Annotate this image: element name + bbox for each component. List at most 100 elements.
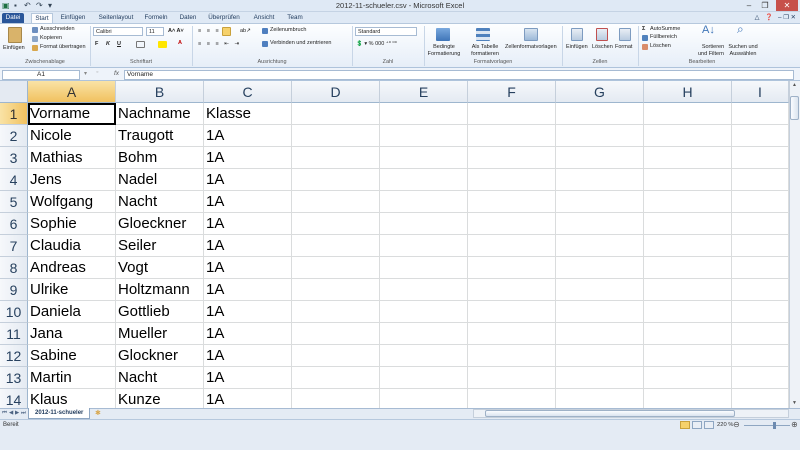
cell-a2[interactable]: Nicole [28,125,116,147]
cell-f1[interactable] [468,103,556,125]
cell-f12[interactable] [468,345,556,367]
vertical-scroll-thumb[interactable] [790,96,799,120]
cell-i13[interactable] [732,367,789,389]
cell-a3[interactable]: Mathias [28,147,116,169]
cell-e8[interactable] [380,257,468,279]
cell-i7[interactable] [732,235,789,257]
fill-icon[interactable] [642,35,648,41]
format-cells-button[interactable]: Format [615,44,632,51]
select-all-corner[interactable] [0,81,28,103]
cell-f13[interactable] [468,367,556,389]
grow-shrink-font-icon[interactable]: A˄ A˅ [168,28,184,35]
row-header[interactable]: 13 [0,367,28,389]
cell-b11[interactable]: Mueller [116,323,204,345]
cell-h1[interactable] [644,103,732,125]
delete-cells-icon[interactable] [596,28,608,41]
wrap-text-button[interactable]: Zeilenumbruch [270,27,306,34]
copy-icon[interactable] [32,36,38,42]
cell-b4[interactable]: Nadel [116,169,204,191]
restore-icon[interactable]: ❐ [758,0,772,11]
cell-f7[interactable] [468,235,556,257]
cell-styles-button[interactable]: Zellenformatvorlagen [505,44,557,51]
underline-button[interactable]: U [117,41,121,48]
cell-a11[interactable]: Jana [28,323,116,345]
row-header[interactable]: 8 [0,257,28,279]
cell-a10[interactable]: Daniela [28,301,116,323]
cell-h12[interactable] [644,345,732,367]
cell-styles-icon[interactable] [524,28,538,41]
row-header[interactable]: 6 [0,213,28,235]
minimize-ribbon-icon[interactable]: △ [752,13,762,23]
tab-insert[interactable]: Einfügen [58,13,88,23]
cell-g5[interactable] [556,191,644,213]
cell-d7[interactable] [292,235,380,257]
cell-i1[interactable] [732,103,789,125]
row-header[interactable]: 11 [0,323,28,345]
font-size-select[interactable]: 11 [146,27,164,36]
row-header[interactable]: 14 [0,389,28,408]
tab-data[interactable]: Daten [176,13,200,23]
cell-c6[interactable]: 1A [204,213,292,235]
wrap-text-icon[interactable] [262,28,268,34]
cell-h14[interactable] [644,389,732,408]
zoom-slider-handle[interactable] [773,422,776,429]
find-select-icon[interactable]: ⌕ [737,23,744,35]
cell-h13[interactable] [644,367,732,389]
insert-sheet-icon[interactable]: ✱ [95,409,101,417]
column-header-i[interactable]: I [732,81,789,103]
cell-i6[interactable] [732,213,789,235]
next-sheet-icon[interactable]: ▶ [15,410,19,416]
find-select-label-1[interactable]: Suchen und [726,44,760,51]
row-header[interactable]: 2 [0,125,28,147]
cell-i9[interactable] [732,279,789,301]
copy-button[interactable]: Kopieren [40,35,62,42]
format-as-table-icon[interactable] [476,28,490,41]
column-header-g[interactable]: G [556,81,644,103]
format-as-table-label-2[interactable]: formatieren [468,51,502,58]
cell-e3[interactable] [380,147,468,169]
cell-c5[interactable]: 1A [204,191,292,213]
cell-a6[interactable]: Sophie [28,213,116,235]
cell-b1[interactable]: Nachname [116,103,204,125]
cell-b6[interactable]: Gloeckner [116,213,204,235]
cell-e2[interactable] [380,125,468,147]
cell-d6[interactable] [292,213,380,235]
name-box[interactable]: A1 [2,70,80,80]
cell-c4[interactable]: 1A [204,169,292,191]
fill-button[interactable]: Füllbereich [650,34,677,41]
italic-button[interactable]: K [106,41,110,48]
cell-d2[interactable] [292,125,380,147]
clear-icon[interactable] [642,44,648,50]
zoom-in-icon[interactable]: ⊕ [791,420,798,429]
zoom-level[interactable]: 220 % [717,422,733,428]
insert-cells-icon[interactable] [571,28,583,41]
cell-d14[interactable] [292,389,380,408]
vertical-scrollbar[interactable] [789,81,800,408]
cell-d3[interactable] [292,147,380,169]
column-header-c[interactable]: C [204,81,292,103]
vertical-align-icons[interactable]: ≡ ≡ ≡ [198,28,221,35]
cell-g14[interactable] [556,389,644,408]
cell-d11[interactable] [292,323,380,345]
cell-a13[interactable]: Martin [28,367,116,389]
cell-b10[interactable]: Gottlieb [116,301,204,323]
cell-e4[interactable] [380,169,468,191]
cell-a12[interactable]: Sabine [28,345,116,367]
insert-function-icon[interactable]: fx [114,70,119,77]
column-header-e[interactable]: E [380,81,468,103]
tab-file[interactable]: Datei [2,13,24,23]
align-middle-icon[interactable] [222,27,231,36]
row-header[interactable]: 12 [0,345,28,367]
column-header-a[interactable]: A [28,81,116,103]
cell-f6[interactable] [468,213,556,235]
cell-g1[interactable] [556,103,644,125]
cell-f8[interactable] [468,257,556,279]
cell-g13[interactable] [556,367,644,389]
column-header-d[interactable]: D [292,81,380,103]
cell-b12[interactable]: Glockner [116,345,204,367]
zoom-out-icon[interactable]: ⊖ [733,420,740,429]
cut-button[interactable]: Ausschneiden [40,26,75,33]
zoom-slider[interactable] [744,425,790,426]
cell-b14[interactable]: Kunze [116,389,204,408]
cell-e13[interactable] [380,367,468,389]
